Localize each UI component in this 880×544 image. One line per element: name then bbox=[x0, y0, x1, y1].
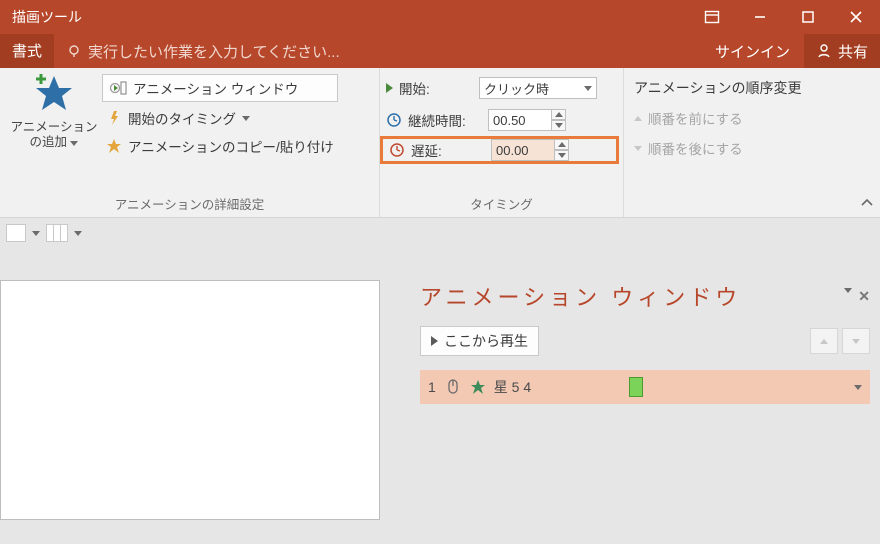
item-index: 1 bbox=[428, 379, 436, 395]
delay-label: 遅延: bbox=[411, 140, 485, 160]
chevron-down-icon bbox=[242, 116, 250, 121]
panel-title: アニメーション ウィンドウ bbox=[420, 280, 741, 312]
delay-spin-up[interactable] bbox=[555, 139, 569, 150]
ribbon-display-options-icon[interactable] bbox=[688, 0, 736, 34]
move-earlier-button[interactable]: 順番を前にする bbox=[630, 106, 805, 130]
duration-spin-down[interactable] bbox=[552, 120, 566, 131]
play-from-button[interactable]: ここから再生 bbox=[420, 326, 539, 356]
delay-spin-down[interactable] bbox=[555, 150, 569, 161]
star-icon bbox=[470, 379, 486, 395]
slide-canvas[interactable] bbox=[0, 280, 380, 520]
duration-row: 継続時間: 00.50 bbox=[386, 106, 617, 134]
reorder-title: アニメーションの順序変更 bbox=[630, 76, 805, 100]
group-timing: 開始: クリック時 継続時間: 00.50 bbox=[380, 68, 624, 217]
group-advanced-animation: アニメーションの追加 アニメーション ウィンドウ 開始のタイミング アニメーショ… bbox=[0, 68, 380, 217]
animation-painter-button[interactable]: アニメーションのコピー/貼り付け bbox=[102, 134, 338, 158]
share-icon bbox=[816, 43, 832, 59]
trigger-icon bbox=[106, 110, 122, 126]
add-animation-label-1: アニメーション bbox=[10, 120, 97, 134]
move-later-button[interactable]: 順番を後にする bbox=[630, 136, 805, 160]
clock-icon bbox=[386, 112, 402, 128]
chevron-down-icon bbox=[70, 141, 78, 146]
ribbon: アニメーションの追加 アニメーション ウィンドウ 開始のタイミング アニメーショ… bbox=[0, 68, 880, 218]
reorder-up-button[interactable] bbox=[810, 328, 838, 354]
delay-clock-icon bbox=[389, 142, 405, 158]
minimize-button[interactable] bbox=[736, 0, 784, 34]
trigger-label: 開始のタイミング bbox=[128, 108, 236, 128]
ribbon-tab-row: 書式 実行したい作業を入力してください... サインイン 共有 bbox=[0, 34, 880, 68]
tell-me-placeholder: 実行したい作業を入力してください... bbox=[88, 41, 340, 62]
context-tab-label: 描画ツール bbox=[0, 1, 94, 33]
start-label: 開始: bbox=[399, 78, 473, 98]
play-icon bbox=[386, 83, 393, 93]
delay-row: 遅延: 00.00 bbox=[380, 136, 619, 164]
tell-me-search[interactable]: 実行したい作業を入力してください... bbox=[54, 34, 701, 68]
group-reorder: アニメーションの順序変更 順番を前にする 順番を後にする bbox=[624, 68, 880, 217]
duration-spin-up[interactable] bbox=[552, 109, 566, 120]
bulb-icon bbox=[66, 43, 82, 59]
title-bar: 描画ツール bbox=[0, 0, 880, 34]
duration-label: 継続時間: bbox=[408, 110, 482, 130]
tab-format[interactable]: 書式 bbox=[0, 34, 54, 68]
maximize-button[interactable] bbox=[784, 0, 832, 34]
item-timeline-chip[interactable] bbox=[629, 377, 643, 397]
group-label-timing: タイミング bbox=[386, 191, 617, 217]
item-dropdown-icon[interactable] bbox=[854, 385, 862, 390]
duration-value: 00.50 bbox=[493, 113, 526, 128]
add-animation-button[interactable]: アニメーションの追加 bbox=[6, 72, 102, 191]
triangle-down-icon bbox=[634, 146, 642, 151]
animation-pane-icon bbox=[109, 80, 127, 96]
sign-in-link[interactable]: サインイン bbox=[701, 34, 804, 68]
start-value: クリック時 bbox=[484, 79, 549, 98]
triangle-up-icon bbox=[634, 116, 642, 121]
close-button[interactable] bbox=[832, 0, 880, 34]
move-later-label: 順番を後にする bbox=[648, 138, 743, 158]
reorder-down-button[interactable] bbox=[842, 328, 870, 354]
delay-input[interactable]: 00.00 bbox=[491, 139, 555, 161]
panel-dropdown-icon[interactable] bbox=[844, 288, 852, 293]
share-button[interactable]: 共有 bbox=[804, 34, 880, 68]
start-combo[interactable]: クリック時 bbox=[479, 77, 597, 99]
start-row: 開始: クリック時 bbox=[386, 74, 617, 102]
animation-pane: アニメーション ウィンドウ ✕ ここから再生 1 星 5 4 bbox=[420, 280, 870, 404]
animation-pane-label: アニメーション ウィンドウ bbox=[133, 78, 298, 98]
subtoolbar bbox=[0, 218, 880, 248]
play-from-label: ここから再生 bbox=[444, 331, 528, 351]
panel-close-icon[interactable]: ✕ bbox=[858, 288, 870, 305]
play-icon bbox=[431, 336, 438, 346]
chevron-down-icon bbox=[584, 86, 592, 91]
item-label: 星 5 4 bbox=[494, 377, 531, 397]
collapse-ribbon-button[interactable] bbox=[860, 196, 874, 213]
mouse-click-icon bbox=[444, 378, 462, 396]
chevron-down-icon[interactable] bbox=[74, 231, 82, 236]
animation-painter-icon bbox=[106, 138, 122, 154]
move-earlier-label: 順番を前にする bbox=[648, 108, 743, 128]
animation-painter-label: アニメーションのコピー/貼り付け bbox=[128, 136, 334, 156]
animation-pane-button[interactable]: アニメーション ウィンドウ bbox=[102, 74, 338, 102]
chevron-down-icon[interactable] bbox=[32, 231, 40, 236]
animation-item[interactable]: 1 星 5 4 bbox=[420, 370, 870, 404]
group-label-advanced: アニメーションの詳細設定 bbox=[6, 191, 373, 217]
trigger-button[interactable]: 開始のタイミング bbox=[102, 106, 338, 130]
delay-value: 00.00 bbox=[496, 143, 529, 158]
duration-input[interactable]: 00.50 bbox=[488, 109, 552, 131]
add-animation-icon bbox=[32, 72, 76, 116]
window-controls bbox=[688, 0, 880, 34]
share-label: 共有 bbox=[838, 41, 868, 62]
subtool-item-1[interactable] bbox=[6, 224, 26, 242]
add-animation-label-2: の追加 bbox=[29, 135, 67, 149]
